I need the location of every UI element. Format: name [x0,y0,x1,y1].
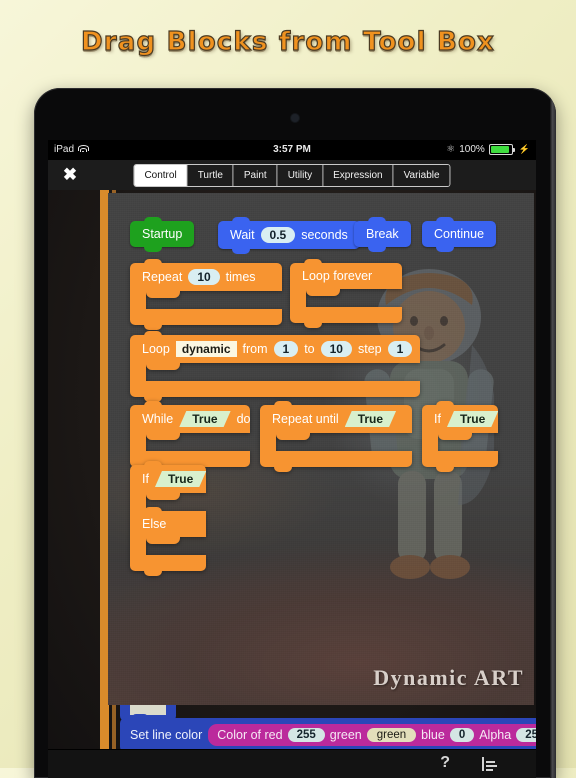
watermark-label: Dynamic ART [373,665,524,690]
block-loop-variable[interactable]: dynamic [175,341,237,357]
block-while-do-label: do [236,412,251,426]
block-if-else[interactable]: If True Else [130,461,206,576]
script-workspace[interactable]: Set line color Color of red 255 green gr… [48,190,536,778]
block-wait-label: Wait [230,228,255,242]
block-break[interactable]: Break [354,217,411,252]
block-repeat-label: Repeat [142,270,183,284]
page-title: Drag Blocks from Tool Box [80,26,495,57]
block-wait-unit: seconds [301,228,348,242]
block-startup[interactable]: Startup [130,217,195,252]
block-loop-label: Loop [142,342,170,356]
color-of-red-label: Color of red [217,728,283,742]
app-toolbar: ✖ Control Turtle Paint Utility Expressio… [48,160,536,191]
tab-expression[interactable]: Expression [323,165,394,186]
charging-bolt-icon: ⚡ [518,144,530,154]
block-repeat-times[interactable]: Repeat 10 times [130,259,282,330]
block-wait[interactable]: Wait 0.5 seconds [218,217,360,254]
green-value[interactable]: green [366,728,417,742]
question-mark-icon[interactable]: ? [440,754,450,772]
block-startup-label: Startup [142,227,183,241]
tab-variable[interactable]: Variable [393,165,450,186]
block-while-condition[interactable]: True [179,411,230,427]
block-if-else-label: If [142,472,149,486]
block-loop-to-label: to [304,342,315,356]
block-if-condition[interactable]: True [447,411,498,427]
block-loop-step-value[interactable]: 1 [387,341,413,357]
block-break-label: Break [366,227,399,241]
red-value[interactable]: 255 [287,728,325,742]
block-loop-from-label: from [242,342,268,356]
block-loop-forever[interactable]: Loop forever [290,259,402,328]
alpha-label: Alpha [479,728,512,742]
block-continue-label: Continue [434,227,485,241]
bluetooth-icon: ⚛ [446,143,456,155]
battery-icon [488,144,515,155]
ios-status-bar: iPad 3:57 PM ⚛ 100% ⚡ [48,140,536,160]
blue-label: blue [421,728,445,742]
block-loop-forever-label: Loop forever [302,269,373,283]
block-else-label: Else [142,517,167,531]
block-repeat-until[interactable]: Repeat until True [260,401,412,472]
block-while-do[interactable]: While True do [130,401,251,472]
tab-turtle[interactable]: Turtle [187,165,234,186]
block-if-label: If [434,412,441,426]
block-if-else-condition[interactable]: True [155,471,206,487]
front-camera-icon [291,114,299,122]
block-wait-value[interactable]: 0.5 [260,227,296,243]
device-edge [550,88,556,778]
green-label: green [329,728,362,742]
toolbox-palette[interactable]: Dynamic ART Startup Wait 0.5 seconds Bre… [108,193,534,705]
tab-utility[interactable]: Utility [277,165,324,186]
ipad-screen: iPad 3:57 PM ⚛ 100% ⚡ ✖ Control Turtle P… [48,140,536,778]
ipad-device-frame: iPad 3:57 PM ⚛ 100% ⚡ ✖ Control Turtle P… [34,88,556,778]
close-icon[interactable]: ✖ [60,165,80,185]
block-continue[interactable]: Continue [422,217,497,252]
color-expression-block[interactable]: Color of red 255 green green blue 0 Alph… [208,724,536,746]
blue-value[interactable]: 0 [449,728,475,742]
block-loop-from-value[interactable]: 1 [273,341,299,357]
block-while-label: While [142,412,174,426]
block-if[interactable]: If True [422,401,498,472]
outline-list-icon[interactable] [482,757,498,771]
block-repeat-value[interactable]: 10 [188,269,220,285]
battery-percent-label: 100% [459,144,485,155]
alpha-value[interactable]: 255 [516,728,536,742]
block-loop-step-label: step [357,342,382,356]
status-right-group: ⚛ 100% ⚡ [446,144,530,155]
block-repeat-unit: times [225,270,256,284]
tab-paint[interactable]: Paint [233,165,278,186]
block-loop-to-value[interactable]: 10 [320,341,352,357]
workspace-block-set-line-color[interactable]: Set line color Color of red 255 green gr… [120,714,536,752]
block-repeat-until-label: Repeat until [272,412,339,426]
block-loop-from-to-step[interactable]: Loop dynamic from 1 to 10 step 1 [130,331,420,402]
tab-control[interactable]: Control [134,165,188,186]
set-line-color-label: Set line color [130,728,203,742]
category-tabbar: Control Turtle Paint Utility Expression … [133,164,451,187]
block-repeat-until-condition[interactable]: True [345,411,396,427]
bottom-toolbar: ? [48,749,536,778]
